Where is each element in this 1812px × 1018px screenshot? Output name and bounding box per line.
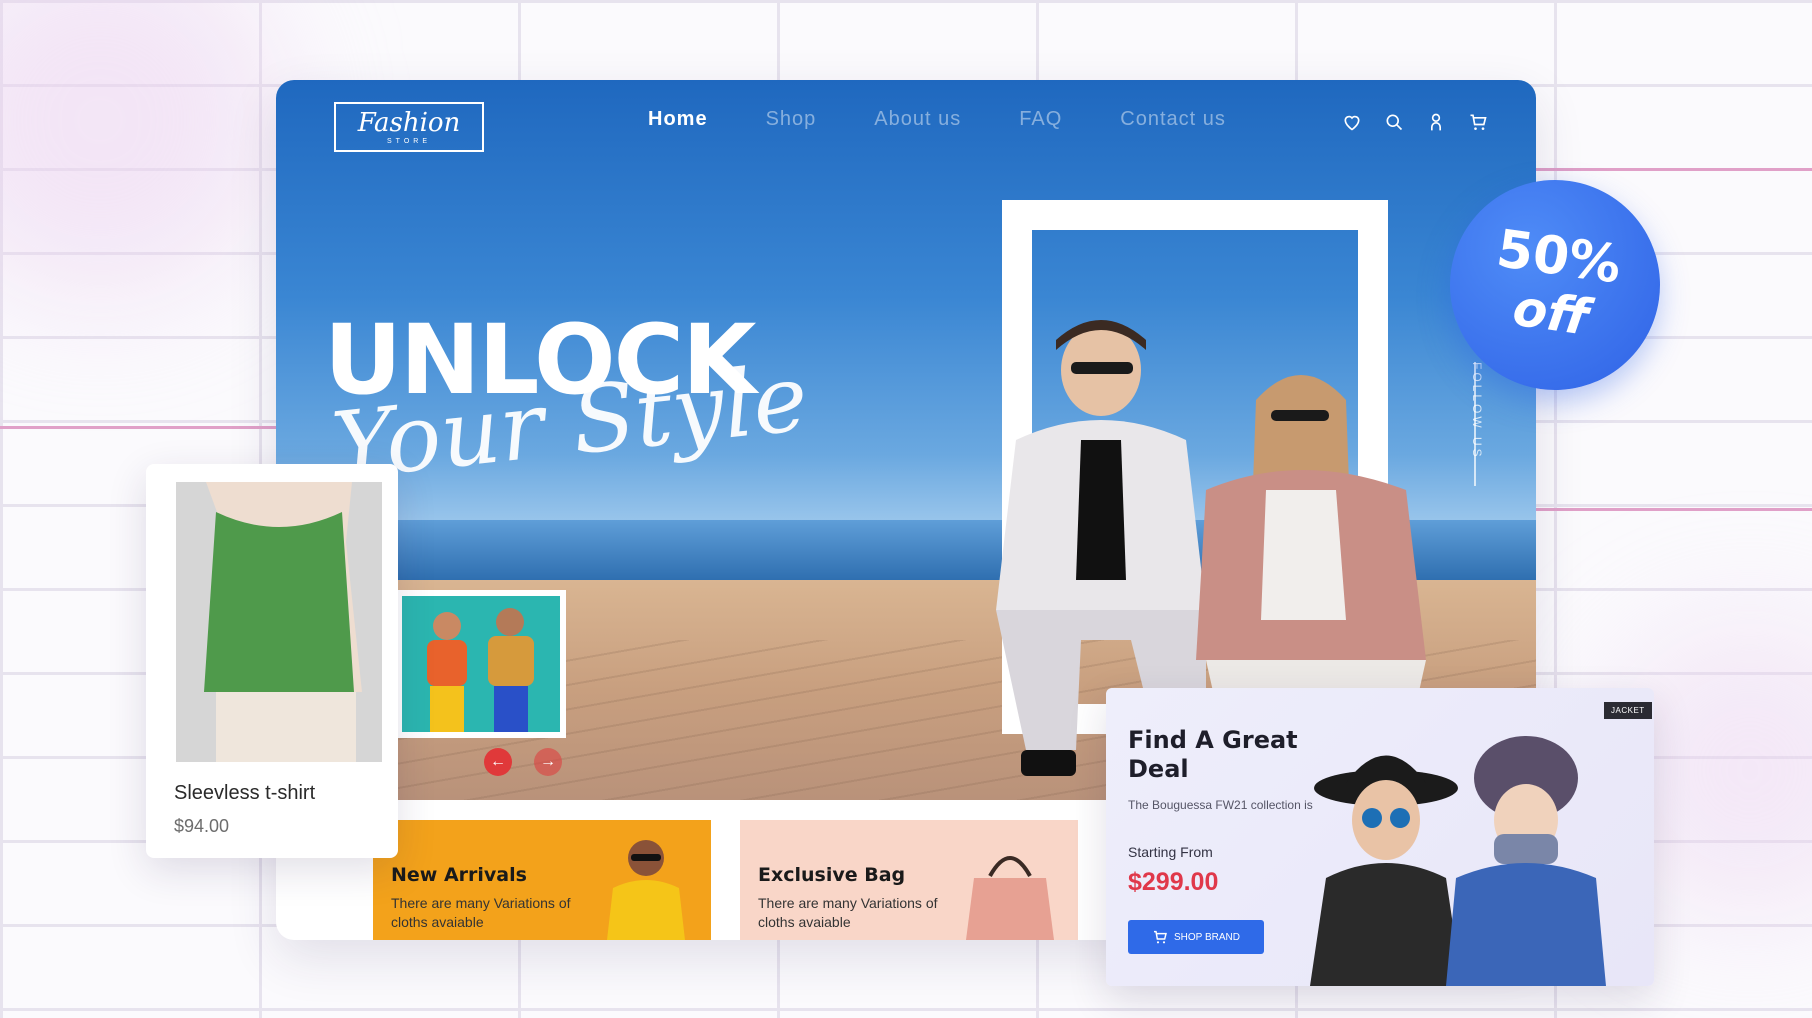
thumbnail-image [402, 596, 560, 732]
nav-contact[interactable]: Contact us [1120, 108, 1226, 131]
accent-line [1536, 508, 1812, 511]
search-icon[interactable] [1384, 112, 1404, 132]
shop-brand-label: SHOP BRAND [1174, 931, 1240, 943]
deal-models-image [1310, 736, 1606, 986]
promo-model-image [607, 840, 685, 940]
nav-faq[interactable]: FAQ [1019, 108, 1062, 131]
deal-price: $299.00 [1128, 868, 1219, 896]
accent-line [1536, 168, 1812, 171]
product-price: $94.00 [174, 816, 230, 836]
promo-new-arrivals[interactable]: New Arrivals There are many Variations o… [373, 820, 711, 940]
main-menu: Home Shop About us FAQ Contact us [648, 108, 1284, 131]
category-tag: JACKET [1604, 702, 1652, 719]
top-nav: Fashion STORE Home Shop About us FAQ Con… [276, 80, 1536, 166]
discount-label: off [1509, 278, 1593, 347]
store-logo[interactable]: Fashion STORE [334, 102, 484, 152]
product-name: Sleevless t-shirt [174, 782, 316, 804]
follow-us-label[interactable]: FOLLOW US [1470, 362, 1484, 460]
deal-card: Find A Great Deal The Bouguessa FW21 col… [1106, 688, 1654, 986]
logo-script: Fashion [357, 107, 461, 138]
promo-text: There are many Variations of cloths avai… [758, 895, 938, 930]
nav-about[interactable]: About us [874, 108, 961, 131]
deal-from-label: Starting From [1128, 844, 1213, 860]
shop-brand-button[interactable]: SHOP BRAND [1128, 920, 1264, 954]
nav-shop[interactable]: Shop [766, 108, 817, 131]
background-glow [0, 0, 280, 300]
promo-exclusive-bag[interactable]: Exclusive Bag There are many Variations … [740, 820, 1078, 940]
cart-icon [1154, 930, 1167, 944]
slider-prev-button[interactable]: ← [484, 748, 512, 776]
product-image [176, 482, 382, 762]
cart-icon[interactable] [1468, 112, 1488, 132]
slider-next-button[interactable]: → [534, 748, 562, 776]
slider-thumbnail[interactable] [396, 590, 566, 738]
promo-text: There are many Variations of cloths avai… [391, 895, 571, 930]
product-card[interactable]: Sleevless t-shirt $94.00 [146, 464, 398, 858]
nav-home[interactable]: Home [648, 108, 708, 131]
logo-subtitle: STORE [387, 137, 431, 145]
discount-value: 50% [1493, 218, 1625, 296]
user-icon[interactable] [1426, 112, 1446, 132]
bag-image [966, 856, 1054, 940]
nav-icons [1342, 112, 1488, 132]
accent-line [0, 426, 276, 429]
heart-icon[interactable] [1342, 112, 1362, 132]
